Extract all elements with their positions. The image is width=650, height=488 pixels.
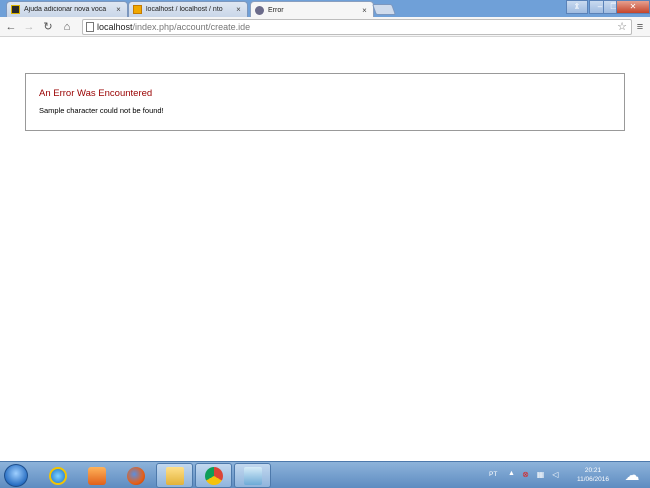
new-tab-button[interactable] <box>371 4 397 15</box>
menu-icon[interactable]: ≡ <box>632 19 648 35</box>
tab-ajuda[interactable]: Ajuda adicionar nova voca × <box>6 1 128 17</box>
start-button[interactable] <box>4 464 28 487</box>
network-tray-icon[interactable]: ▦ <box>536 470 545 479</box>
language-indicator[interactable]: PT <box>489 471 497 478</box>
volume-tray-icon[interactable]: ◁ <box>551 470 560 479</box>
firefox-icon[interactable] <box>117 463 154 488</box>
forward-arrow-icon[interactable]: → <box>21 19 37 35</box>
star-icon[interactable]: ☆ <box>617 20 627 34</box>
tab-error[interactable]: Error × <box>250 1 374 18</box>
close-tab-icon[interactable]: × <box>234 5 243 14</box>
address-bar[interactable]: localhost/index.php/account/create.ide ☆ <box>82 19 632 35</box>
antivirus-tray-icon[interactable]: ⊗ <box>521 470 530 479</box>
clock-date: 11/06/2016 <box>576 476 610 483</box>
browser-toolbar: ← → ↻ ⌂ localhost/index.php/account/crea… <box>0 17 650 37</box>
page-icon <box>86 22 94 32</box>
profile-button[interactable]: ⇭ <box>566 0 588 14</box>
close-tab-icon[interactable]: × <box>114 5 123 14</box>
bookmark-favicon-icon <box>11 5 20 14</box>
tab-title: Ajuda adicionar nova voca <box>24 6 107 13</box>
error-message: Sample character could not be found! <box>39 106 164 115</box>
window-close-button[interactable]: ✕ <box>616 0 650 14</box>
clock-time: 20:21 <box>584 467 602 474</box>
show-hidden-icons-icon[interactable]: ▲ <box>508 470 515 477</box>
home-icon[interactable]: ⌂ <box>59 19 75 35</box>
window-titlebar: Ajuda adicionar nova voca × localhost / … <box>0 0 650 18</box>
file-explorer-icon[interactable] <box>156 463 193 488</box>
media-player-icon[interactable] <box>78 463 115 488</box>
generic-app-icon[interactable] <box>234 463 271 488</box>
weather-cloud-icon[interactable]: ☁ <box>621 466 643 485</box>
globe-favicon-icon <box>255 5 264 15</box>
reload-icon[interactable]: ↻ <box>40 19 56 35</box>
tab-title: localhost / localhost / nto <box>146 6 223 13</box>
url-host: localhost <box>97 22 133 32</box>
taskbar: PT ▲ ⊗ ▦ ◁ 20:21 11/06/2016 ☁ <box>0 461 650 488</box>
error-container: An Error Was Encountered Sample characte… <box>25 73 625 131</box>
tab-localhost[interactable]: localhost / localhost / nto × <box>128 1 248 17</box>
close-tab-icon[interactable]: × <box>360 6 369 15</box>
tab-title: Error <box>268 6 284 14</box>
url-path: /index.php/account/create.ide <box>132 22 251 32</box>
back-arrow-icon[interactable]: ← <box>3 19 19 35</box>
error-heading: An Error Was Encountered <box>39 88 153 99</box>
internet-explorer-icon[interactable] <box>39 463 76 488</box>
clock[interactable]: 20:21 11/06/2016 <box>568 466 618 484</box>
phpmyadmin-favicon-icon <box>133 5 142 14</box>
chrome-icon[interactable] <box>195 463 232 488</box>
